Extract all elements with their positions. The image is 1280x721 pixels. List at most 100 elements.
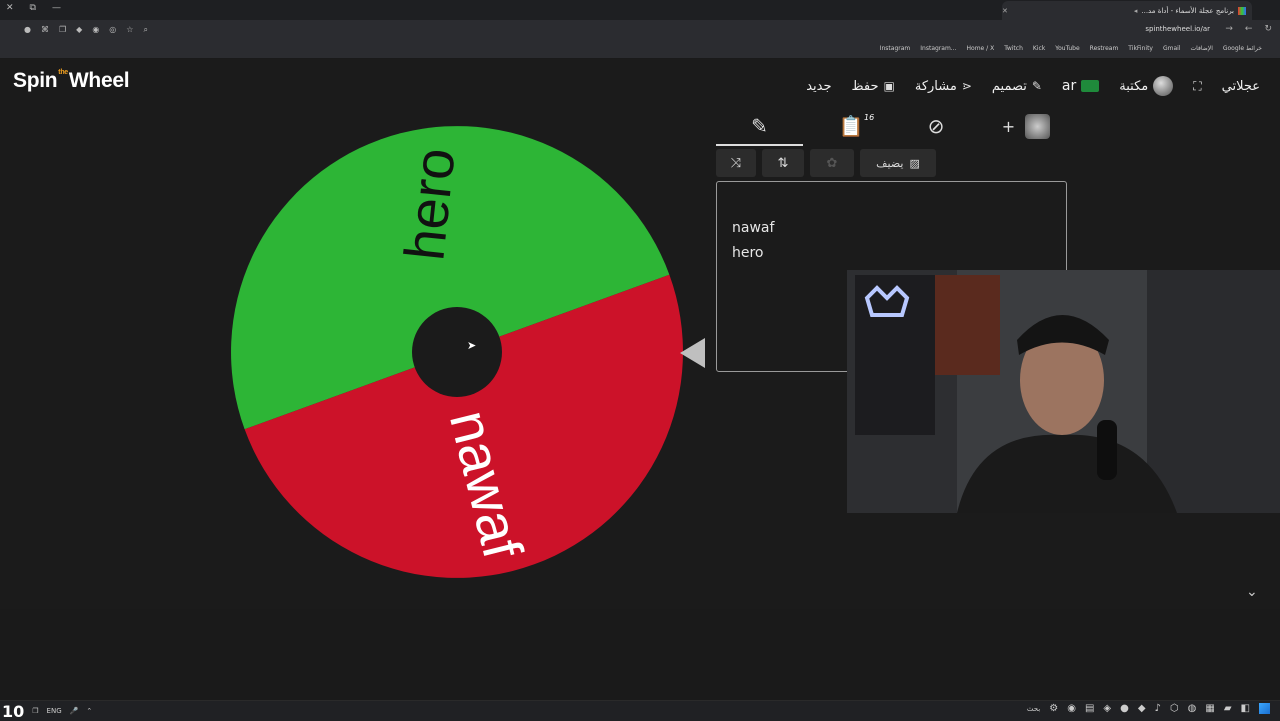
image-icon: ▨ xyxy=(909,156,920,170)
design-button[interactable]: ✎ تصميم xyxy=(992,79,1042,94)
sort-button[interactable]: ⇅ xyxy=(762,149,804,177)
back-icon[interactable]: → xyxy=(1225,24,1233,34)
entries-toolbar: ⤨ ⇅ ✿ يضيف ▨ xyxy=(716,149,936,177)
save-button[interactable]: ▣ حفظ xyxy=(852,79,895,94)
fullscreen-icon: ⛶ xyxy=(1193,78,1202,93)
taskbar-left: 10 ❐ ENG 🎤 ⌃ xyxy=(2,701,92,721)
wheel-thumb-icon xyxy=(1025,113,1051,139)
shuffle-button[interactable]: ⤨ xyxy=(716,149,756,177)
openai-icon: ✿ xyxy=(826,155,838,171)
my-wheels-label: عجلاتي xyxy=(1221,78,1260,94)
language-button[interactable]: ar xyxy=(1061,78,1100,94)
window-controls[interactable]: ✕ ⧉ — xyxy=(6,3,61,13)
logo-the: the xyxy=(58,69,68,76)
panel-tabs: ✎ 📋 16 ⊘ + xyxy=(716,108,1056,146)
pencil-icon: ✎ xyxy=(1031,79,1042,93)
bookmark-item[interactable]: Google خرائط xyxy=(1223,45,1262,52)
browser-tab-bar: ✕⧉— + برنامج عجلة الأسماء - أداة مد... ◂… xyxy=(0,0,1280,20)
extension-icon[interactable]: ◉ xyxy=(92,25,99,35)
eye-slash-icon: ⊘ xyxy=(927,114,945,138)
logo-spin: Spin xyxy=(13,69,58,92)
library-globe-icon xyxy=(1153,76,1174,96)
bookmark-item[interactable]: Gmail xyxy=(1163,45,1181,52)
wheel-hub[interactable] xyxy=(412,307,502,397)
folder-icon[interactable]: ▰ xyxy=(1224,703,1232,717)
bookmark-item[interactable]: TikFinity xyxy=(1128,45,1153,52)
app-icon[interactable]: ⚙ xyxy=(1049,703,1058,717)
bookmark-list: Instagram Instagram... Home / X Twitch Kick Y… xyxy=(880,45,1262,52)
chrome-icon[interactable]: ◍ xyxy=(1188,703,1197,717)
logo-wheel: Wheel xyxy=(68,69,130,92)
tab-results[interactable]: 📋 16 xyxy=(826,108,876,144)
extension-icon[interactable]: ❐ xyxy=(59,25,66,35)
search-label[interactable]: بحث xyxy=(1027,705,1040,717)
bookmark-item[interactable]: Kick xyxy=(1033,45,1045,52)
bookmark-item[interactable]: YouTube xyxy=(1055,45,1079,52)
bookmarks-bar: Instagram Instagram... Home / X Twitch Kick Y… xyxy=(0,42,1280,59)
url-text[interactable]: spinthewheel.io/ar xyxy=(1145,25,1210,33)
new-button[interactable]: جديد xyxy=(806,79,831,94)
chevron-up-icon[interactable]: ⌃ xyxy=(86,707,92,715)
spin-wheel[interactable]: hero nawaf xyxy=(231,126,683,578)
nav-buttons: → ← ↻ xyxy=(1225,24,1272,34)
wheel-label-hero: hero xyxy=(392,145,466,263)
clipboard-list-icon: 📋 xyxy=(838,114,864,138)
app-icon[interactable]: ◧ xyxy=(1241,703,1250,717)
window-icon[interactable]: ❐ xyxy=(32,707,38,715)
app-icon[interactable]: ⬡ xyxy=(1170,703,1179,717)
entry-line: hero xyxy=(732,245,764,261)
reload-icon[interactable]: ↻ xyxy=(1264,24,1272,34)
bookmark-item[interactable]: Home / X xyxy=(967,45,995,52)
language-label: ar xyxy=(1061,78,1077,94)
library-button[interactable]: مكتبة xyxy=(1119,76,1174,96)
tab-title: برنامج عجلة الأسماء - أداة مد... xyxy=(1141,6,1234,15)
tab-favicon-icon xyxy=(1238,6,1246,15)
top-nav: عجلاتي ⛶ مكتبة ar ✎ تصميم ⋖ مشاركة ▣ حفظ جد… xyxy=(806,75,1280,97)
app-icon[interactable]: ◈ xyxy=(1103,703,1111,717)
app-icon[interactable]: ▤ xyxy=(1085,703,1094,717)
bookmark-item[interactable]: Twitch xyxy=(1004,45,1023,52)
share-icon: ⋖ xyxy=(961,79,972,93)
extension-icon[interactable]: ◆ xyxy=(76,25,82,35)
my-wheels-link[interactable]: عجلاتي xyxy=(1222,79,1260,94)
add-wheel-button[interactable]: + xyxy=(996,108,1056,144)
chevron-down-icon[interactable]: ⌄ xyxy=(1246,584,1258,600)
extension-icon[interactable]: ⌘ xyxy=(41,25,49,35)
active-tab[interactable]: برنامج عجلة الأسماء - أداة مد... ◂ ✕ xyxy=(1002,1,1252,20)
bookmark-item[interactable]: Restream xyxy=(1090,45,1119,52)
address-bar: ● ⌘ ❐ ◆ ◉ ◎ ☆ ⌕ spinthewheel.io/ar → ← ↻ xyxy=(0,20,1280,42)
taskbar-apps: بحث ⚙ ◉ ▤ ◈ ● ◆ ♪ ⬡ ◍ ▦ ▰ ◧ xyxy=(1027,703,1270,717)
mouse-cursor-icon: ➤ xyxy=(467,339,477,352)
bookmark-item[interactable]: Instagram xyxy=(880,45,911,52)
share-button[interactable]: ⋖ مشاركة xyxy=(915,79,972,94)
bookmark-item[interactable]: الإضافات xyxy=(1191,45,1213,52)
star-icon[interactable]: ☆ xyxy=(126,25,133,35)
app-icon[interactable]: ◆ xyxy=(1138,703,1146,717)
ai-button[interactable]: ✿ xyxy=(810,149,854,177)
extension-icons: ● ⌘ ❐ ◆ ◉ ◎ ☆ ⌕ xyxy=(24,25,148,35)
app-icon[interactable]: ◉ xyxy=(1067,703,1076,717)
add-image-button[interactable]: يضيف ▨ xyxy=(860,149,936,177)
logo[interactable]: SpintheWheel xyxy=(13,69,130,93)
extension-icon[interactable]: ● xyxy=(24,25,31,35)
pencil-icon: ✎ xyxy=(751,114,768,138)
app-icon[interactable]: ▦ xyxy=(1205,703,1214,717)
forward-icon[interactable]: ← xyxy=(1245,24,1253,34)
tab-edit[interactable]: ✎ xyxy=(716,108,803,146)
tab-hide[interactable]: ⊘ xyxy=(911,108,961,144)
page-bottom-area xyxy=(0,609,1280,700)
start-icon[interactable] xyxy=(1259,703,1270,717)
design-label: تصميم xyxy=(991,78,1027,94)
webcam-overlay xyxy=(847,270,1280,513)
app-icon[interactable]: ● xyxy=(1120,703,1129,717)
new-label: جديد xyxy=(806,78,832,94)
library-label: مكتبة xyxy=(1119,78,1149,94)
fullscreen-button[interactable]: ⛶ xyxy=(1193,79,1201,94)
tab-close-icon[interactable]: ✕ xyxy=(1002,7,1008,15)
extension-icon[interactable]: ◎ xyxy=(109,25,116,35)
microphone-icon[interactable]: 🎤 xyxy=(70,707,79,715)
bookmark-item[interactable]: Instagram... xyxy=(920,45,956,52)
language-indicator[interactable]: ENG xyxy=(47,707,62,715)
zoom-icon[interactable]: ⌕ xyxy=(143,25,147,35)
app-icon[interactable]: ♪ xyxy=(1155,703,1161,717)
